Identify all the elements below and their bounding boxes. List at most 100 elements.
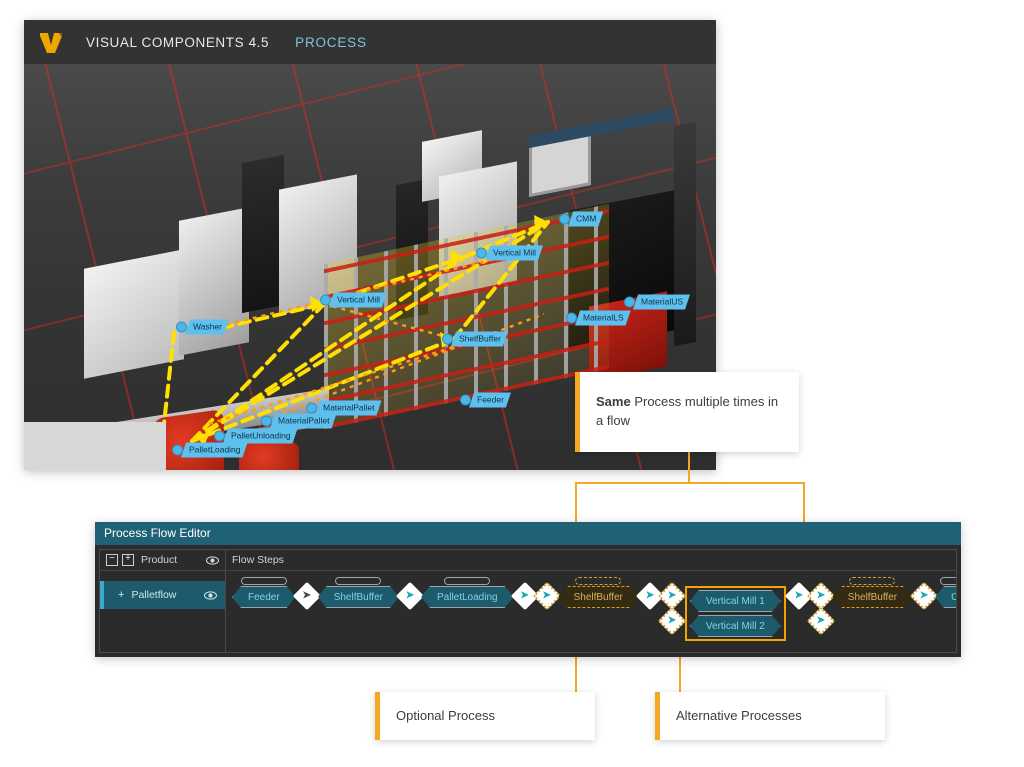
arrow-glyph: ➤ [667,615,677,626]
alt-left-connector-2-icon[interactable]: ➤ [657,606,687,636]
viewport-label-text: MaterialLS [575,311,631,326]
flow-node-label: Vertical Mill 1 [705,595,765,607]
connector-4-optional-icon[interactable]: ➤ [532,581,561,611]
viewport-label-material-pallet-2[interactable]: MaterialPallet [261,414,337,429]
viewport-label-shelf-buffer[interactable]: ShelfBuffer [442,332,508,347]
app-title: VISUAL COMPONENTS 4.5 [86,34,270,50]
viewport-label-material-us[interactable]: MaterialUS [624,295,690,310]
alt-left-connector-1-icon[interactable]: ➤ [657,581,687,611]
expand-all-button[interactable]: + [122,554,134,566]
flow-node-label: PalletLoading [436,591,498,603]
flow-node-cmm[interactable]: CMM [935,577,956,608]
viewport-white-panel [24,422,166,470]
flow-node-body[interactable]: ShelfBuffer [318,586,399,608]
flow-node-label: ShelfBuffer [847,591,898,603]
product-column: − + Product + Palletflow [99,549,225,653]
callout-text: Alternative Processes [676,707,802,723]
process-flow-editor-body: − + Product + Palletflow Flow Steps Feed… [95,545,961,657]
app-module-tab[interactable]: PROCESS [295,35,367,50]
callout-text: Same Process multiple times in a flow [580,383,799,441]
flow-node-label: CMM [951,592,956,603]
node-handle-tab[interactable] [335,577,382,585]
flow-node-label: Feeder [248,591,280,603]
callout-bracket-top [575,482,805,484]
node-handle-tab[interactable] [575,577,622,585]
arrow-glyph: ➤ [816,590,825,601]
viewport-label-feeder-left[interactable]: Feeder [460,393,511,408]
viewport-label-pallet-unloading[interactable]: PalletUnloading [214,429,298,444]
connector-6-icon[interactable]: ➤ [806,581,835,611]
flow-node-shelfbuffer-3-optional[interactable]: ShelfBuffer [832,577,913,608]
arrow-glyph: ➤ [405,590,415,601]
flow-node-label: Vertical Mill 2 [705,620,765,632]
viewport-label-text: ShelfBuffer [451,332,508,347]
tail-stack-connector-icon[interactable]: ➤ [806,606,835,636]
arrow-glyph: ➤ [816,615,825,626]
arrow-glyph: ➤ [542,590,551,601]
machine-white-cabinet-a [84,249,184,379]
flow-node-vertical-mill-2[interactable]: Vertical Mill 2 [690,615,781,637]
arrow-glyph: ➤ [794,590,803,601]
process-flow-editor-panel: Process Flow Editor − + Product + Pallet… [95,522,961,657]
product-column-label: Product [141,554,178,566]
flow-node-shelfbuffer-2-optional[interactable]: ShelfBuffer [558,577,639,608]
flow-node-palletloading[interactable]: PalletLoading [421,577,514,608]
collapse-all-button[interactable]: − [106,554,118,566]
tail-left-connectors: ➤ ➤ [806,581,835,636]
expand-row-button[interactable]: + [118,589,124,601]
viewport-label-text: CMM [568,212,603,227]
node-dot-icon [320,294,331,306]
arrow-glyph: ➤ [645,590,655,601]
node-handle-tab[interactable] [849,577,896,585]
alt-right-connector-1-icon[interactable]: ➤ [784,581,813,611]
viewport-label-text: Washer [185,320,229,335]
arrow-glyph: ➤ [520,590,529,601]
viewport-label-text: Vertical Mill [329,293,387,308]
product-row-palletflow[interactable]: + Palletflow [100,581,225,609]
flow-node-body[interactable]: ShelfBuffer [832,586,913,608]
viewport-label-vertical-mill-2[interactable]: Vertical Mill [320,293,387,308]
node-handle-tab[interactable] [240,577,287,585]
flow-steps-column: Flow Steps Feeder ➤ ShelfBuffer ➤ Pallet… [225,549,957,653]
flow-node-feeder[interactable]: Feeder [232,577,296,608]
visual-components-v-logo-icon [38,29,64,55]
arrow-glyph: ➤ [919,590,929,601]
process-flow-editor-title: Process Flow Editor [95,522,961,545]
viewport-label-washer[interactable]: Washer [176,320,229,335]
node-dot-icon [214,430,225,442]
node-handle-tab[interactable] [444,577,491,585]
viewport-label-material-ls[interactable]: MaterialLS [566,311,631,326]
app-title-bar: VISUAL COMPONENTS 4.5 PROCESS [24,20,716,64]
flow-node-body[interactable]: CMM [935,586,956,608]
connector-5-icon[interactable]: ➤ [635,581,665,611]
arrow-glyph: ➤ [302,590,311,601]
alternative-process-group[interactable]: Vertical Mill 1 Vertical Mill 2 [684,586,786,641]
robot-base-red [239,442,299,470]
flow-node-label: ShelfBuffer [333,591,383,603]
flow-node-shelfbuffer-1[interactable]: ShelfBuffer [318,577,399,608]
connector-3-icon[interactable]: ➤ [510,581,539,611]
viewport-label-text: Feeder [469,393,511,408]
node-dot-icon [261,415,272,427]
flow-node-body[interactable]: Feeder [232,586,296,608]
flow-node-body[interactable]: PalletLoading [421,586,514,608]
flow-node-label: ShelfBuffer [573,591,623,603]
node-dot-icon [460,394,471,406]
flow-node-body[interactable]: ShelfBuffer [558,586,639,608]
flow-canvas[interactable]: Feeder ➤ ShelfBuffer ➤ PalletLoading ➤ ➤… [226,571,956,652]
node-dot-icon [476,247,487,259]
node-dot-icon [172,444,183,456]
product-column-header: − + Product [100,550,225,571]
flow-node-vertical-mill-1[interactable]: Vertical Mill 1 [690,590,781,612]
viewport-label-cmm[interactable]: CMM [559,212,603,227]
viewport-label-vertical-mill-1[interactable]: Vertical Mill [476,246,543,261]
connector-2-icon[interactable]: ➤ [395,581,425,611]
eye-visibility-icon[interactable] [204,590,217,601]
eye-visibility-icon[interactable] [206,555,219,566]
connector-7-icon[interactable]: ➤ [909,581,939,611]
arrow-glyph: ➤ [667,590,677,601]
node-handle-tab[interactable] [940,577,956,585]
connector-1-icon[interactable]: ➤ [292,581,321,611]
viewport-label-pallet-loading[interactable]: PalletLoading [172,443,248,458]
